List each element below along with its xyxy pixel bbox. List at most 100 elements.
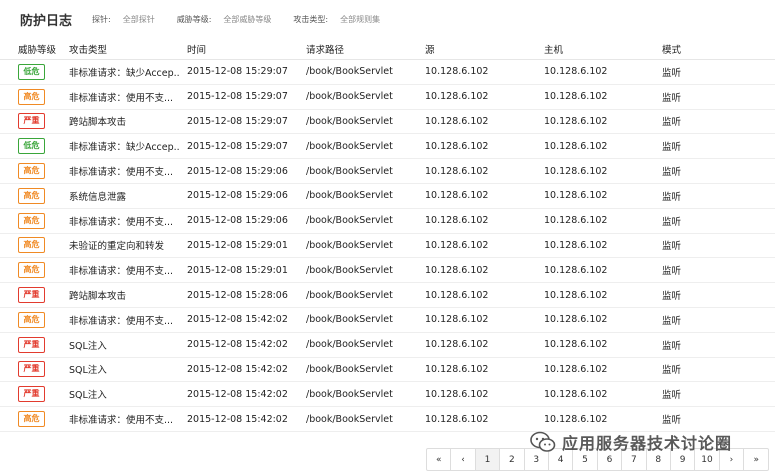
table-row[interactable]: 高危 非标准请求：使用不支... 2015-12-08 15:29:07/book/… xyxy=(0,85,775,110)
cell-source: 10.128.6.102 xyxy=(425,190,489,202)
cell-host: 10.128.6.102 xyxy=(544,289,608,301)
filter-threat-level-label: 威胁等级: xyxy=(176,14,212,24)
column-header-attack-type[interactable]: 攻击类型 xyxy=(69,38,179,59)
cell-threat-level: 严重 xyxy=(18,110,64,134)
cell-request-path: /book/BookServlet xyxy=(306,314,393,326)
cell-mode: 监听 xyxy=(662,365,682,377)
threat-level-badge: 严重 xyxy=(18,361,45,378)
cell-time: 2015-12-08 15:29:07 xyxy=(187,140,288,152)
column-header-host[interactable]: 主机 xyxy=(544,38,659,59)
cell-mode: 监听 xyxy=(662,92,682,104)
cell-mode: 监听 xyxy=(662,142,682,154)
cell-time: 2015-12-08 15:42:02 xyxy=(187,363,288,375)
table-row[interactable]: 严重 SQL注入 2015-12-08 15:42:02/book/BookServ… xyxy=(0,358,775,383)
cell-request-path: /book/BookServlet xyxy=(306,363,393,375)
cell-source: 10.128.6.102 xyxy=(425,363,489,375)
cell-host: 10.128.6.102 xyxy=(544,388,608,400)
cell-request-path: /book/BookServlet xyxy=(306,264,393,276)
cell-request-path: /book/BookServlet xyxy=(306,165,393,177)
cell-time: 2015-12-08 15:42:02 xyxy=(187,339,288,351)
cell-time: 2015-12-08 15:28:06 xyxy=(187,289,288,301)
cell-threat-level: 低危 xyxy=(18,134,64,158)
cell-threat-level: 高危 xyxy=(18,85,64,109)
cell-host: 10.128.6.102 xyxy=(544,115,608,127)
cell-threat-level: 严重 xyxy=(18,283,64,307)
cell-host: 10.128.6.102 xyxy=(544,66,608,78)
table-row[interactable]: 高危 系统信息泄露 2015-12-08 15:29:06/book/BookSer… xyxy=(0,184,775,209)
cell-time: 2015-12-08 15:29:01 xyxy=(187,264,288,276)
threat-level-badge: 高危 xyxy=(18,163,45,180)
table-row[interactable]: 低危 非标准请求：缺少Accep... 2015-12-08 15:29:07/bo… xyxy=(0,134,775,160)
cell-source: 10.128.6.102 xyxy=(425,289,489,301)
table-row[interactable]: 严重 跨站脚本攻击 2015-12-08 15:28:06/book/BookSer… xyxy=(0,283,775,308)
column-header-source[interactable]: 源 xyxy=(425,38,540,59)
cell-request-path: /book/BookServlet xyxy=(306,91,393,103)
cell-mode: 监听 xyxy=(662,241,682,253)
toolbar: 防护日志 探针: 全部探针 威胁等级: 全部威胁等级 攻击类型: 全部规则集 xyxy=(0,0,775,38)
table-row[interactable]: 严重 跨站脚本攻击 2015-12-08 15:29:07/book/BookSer… xyxy=(0,110,775,135)
cell-source: 10.128.6.102 xyxy=(425,413,489,425)
page-title: 防护日志 xyxy=(20,13,73,29)
cell-source: 10.128.6.102 xyxy=(425,388,489,400)
cell-request-path: /book/BookServlet xyxy=(306,66,393,78)
cell-threat-level: 高危 xyxy=(18,407,64,431)
cell-mode: 监听 xyxy=(662,167,682,179)
page-button-1[interactable]: 1 xyxy=(475,449,501,470)
table-row[interactable]: 严重 SQL注入 2015-12-08 15:42:02/book/BookServ… xyxy=(0,333,775,358)
cell-request-path: /book/BookServlet xyxy=(306,190,393,202)
cell-source: 10.128.6.102 xyxy=(425,91,489,103)
table-row[interactable]: 高危 非标准请求：使用不支... 2015-12-08 15:29:06/book/… xyxy=(0,209,775,234)
filter-threat-level-value[interactable]: 全部威胁等级 xyxy=(223,14,271,25)
column-header-request-path[interactable]: 请求路径 xyxy=(306,38,421,59)
cell-attack-type: SQL注入 xyxy=(69,365,107,377)
page-button-2[interactable]: 2 xyxy=(500,449,525,470)
cell-attack-type: 跨站脚本攻击 xyxy=(69,117,127,129)
column-header-mode[interactable]: 模式 xyxy=(662,38,722,59)
threat-level-badge: 高危 xyxy=(18,262,45,279)
first-page-button[interactable]: « xyxy=(427,449,452,470)
threat-level-badge: 高危 xyxy=(18,237,45,254)
filter-threat-level[interactable]: 威胁等级: 全部威胁等级 xyxy=(177,14,272,25)
cell-threat-level: 高危 xyxy=(18,209,64,233)
cell-attack-type: 非标准请求：使用不支... xyxy=(69,167,174,179)
table-row[interactable]: 高危 非标准请求：使用不支... 2015-12-08 15:42:02/book/… xyxy=(0,407,775,432)
table-row[interactable]: 高危 非标准请求：使用不支... 2015-12-08 15:42:02/book/… xyxy=(0,308,775,333)
threat-level-badge: 高危 xyxy=(18,411,45,428)
cell-mode: 监听 xyxy=(662,340,682,352)
cell-host: 10.128.6.102 xyxy=(544,339,608,351)
cell-mode: 监听 xyxy=(662,390,682,402)
table-row[interactable]: 高危 非标准请求：使用不支... 2015-12-08 15:29:06/book/… xyxy=(0,159,775,184)
column-header-time[interactable]: 时间 xyxy=(187,38,302,59)
cell-source: 10.128.6.102 xyxy=(425,115,489,127)
filter-probe-value[interactable]: 全部探针 xyxy=(123,14,155,25)
cell-threat-level: 严重 xyxy=(18,382,64,406)
filter-attack-type-label: 攻击类型: xyxy=(293,14,329,24)
wechat-icon xyxy=(530,431,556,452)
table-row[interactable]: 高危 非标准请求：使用不支... 2015-12-08 15:29:01/book/… xyxy=(0,258,775,284)
cell-host: 10.128.6.102 xyxy=(544,264,608,276)
filter-probe-label: 探针: xyxy=(92,14,111,24)
table-row[interactable]: 高危 未验证的重定向和转发 2015-12-08 15:29:01/book/Boo… xyxy=(0,234,775,259)
filter-probe[interactable]: 探针: 全部探针 xyxy=(92,14,155,25)
prev-page-button[interactable]: ‹ xyxy=(451,449,476,470)
cell-attack-type: SQL注入 xyxy=(69,390,107,402)
cell-mode: 监听 xyxy=(662,67,682,79)
cell-mode: 监听 xyxy=(662,291,682,303)
cell-attack-type: SQL注入 xyxy=(69,340,107,352)
threat-level-badge: 高危 xyxy=(18,187,45,204)
cell-time: 2015-12-08 15:42:02 xyxy=(187,413,288,425)
cell-threat-level: 高危 xyxy=(18,258,64,282)
cell-time: 2015-12-08 15:29:06 xyxy=(187,215,288,227)
filter-attack-type-value[interactable]: 全部规则集 xyxy=(340,14,380,25)
table-row[interactable]: 严重 SQL注入 2015-12-08 15:42:02/book/BookServ… xyxy=(0,382,775,408)
table-body: 低危 非标准请求：缺少Accep... 2015-12-08 15:29:07/bo… xyxy=(0,60,775,432)
cell-threat-level: 严重 xyxy=(18,358,64,382)
column-header-threat-level[interactable]: 威胁等级 xyxy=(18,38,64,59)
cell-attack-type: 非标准请求：使用不支... xyxy=(69,92,174,104)
table-row[interactable]: 低危 非标准请求：缺少Accep... 2015-12-08 15:29:07/bo… xyxy=(0,60,775,85)
watermark: 应用服务器技术讨论圈 xyxy=(530,430,732,454)
last-page-button[interactable]: » xyxy=(744,449,768,470)
threat-level-badge: 低危 xyxy=(18,63,45,80)
filter-attack-type[interactable]: 攻击类型: 全部规则集 xyxy=(293,14,380,25)
cell-source: 10.128.6.102 xyxy=(425,66,489,78)
